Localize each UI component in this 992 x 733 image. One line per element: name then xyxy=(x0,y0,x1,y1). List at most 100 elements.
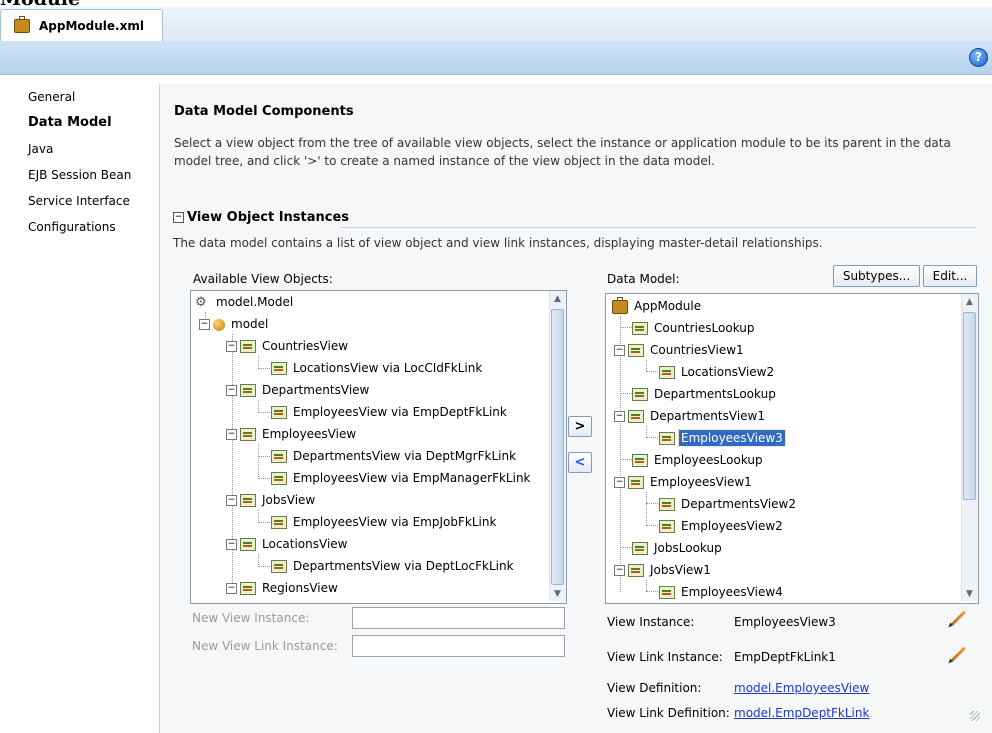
view-instance-icon xyxy=(628,564,644,577)
nav-item-configurations[interactable]: Configurations xyxy=(12,214,160,240)
collapse-toggle-icon[interactable]: − xyxy=(614,345,625,356)
collapse-toggle-icon[interactable]: − xyxy=(614,477,625,488)
scroll-up-icon[interactable]: ▲ xyxy=(552,294,563,304)
collapse-toggle-icon[interactable]: − xyxy=(614,411,625,422)
tree-item[interactable]: EmployeesView2 xyxy=(659,515,785,537)
view-object-icon xyxy=(271,472,287,485)
tree-item[interactable]: EmployeesView via EmpDeptFkLink xyxy=(271,401,509,423)
nav-item-java[interactable]: Java xyxy=(12,136,160,162)
tree-item[interactable]: − JobsView1 xyxy=(614,559,713,581)
tree-item[interactable]: − CountriesView xyxy=(226,335,350,357)
tree-item[interactable]: DepartmentsView via DeptLocFkLink xyxy=(271,555,516,577)
view-instance-icon xyxy=(632,542,648,555)
editor-tab-appmodule[interactable]: AppModule.xml xyxy=(0,9,163,41)
tree-item[interactable]: DepartmentsView via DeptMgrFkLink xyxy=(271,445,518,467)
view-instance-icon xyxy=(632,388,648,401)
available-tree-scrollbar[interactable]: ▲ ▼ xyxy=(549,291,566,601)
gears-icon: ⚙ xyxy=(195,295,207,310)
collapse-toggle-icon[interactable]: − xyxy=(226,429,237,440)
nav-item-service-interface[interactable]: Service Interface xyxy=(12,188,160,214)
expand-toggle-icon[interactable]: − xyxy=(226,583,237,594)
tree-item[interactable]: − RegionsView xyxy=(226,577,340,599)
add-to-data-model-button[interactable]: > xyxy=(568,416,592,437)
edit-button[interactable]: Edit... xyxy=(923,265,977,287)
new-view-link-instance-input[interactable] xyxy=(352,635,565,657)
data-model-label: Data Model: xyxy=(607,272,680,286)
scroll-up-icon[interactable]: ▲ xyxy=(964,297,975,307)
tree-item[interactable]: − EmployeesView1 xyxy=(614,471,754,493)
view-instance-icon xyxy=(628,344,644,357)
tree-connector xyxy=(258,456,270,457)
tree-item[interactable]: CountriesLookup xyxy=(632,317,757,339)
view-object-icon xyxy=(240,494,256,507)
tree-item[interactable]: EmployeesView4 xyxy=(659,581,785,603)
collapse-toggle-icon[interactable]: − xyxy=(614,565,625,576)
view-instance-icon xyxy=(628,476,644,489)
view-object-icon xyxy=(240,428,256,441)
nav-item-ejb-session-bean[interactable]: EJB Session Bean xyxy=(12,162,160,188)
tree-item[interactable]: EmployeesView via EmpManagerFkLink xyxy=(271,467,533,489)
tree-connector xyxy=(646,360,647,371)
view-object-icon xyxy=(271,560,287,573)
view-link-definition-label: View Link Definition: xyxy=(607,706,730,720)
tree-connector xyxy=(646,437,658,438)
scrollbar-thumb[interactable] xyxy=(551,309,564,585)
view-link-definition-link[interactable]: model.EmpDeptFkLink xyxy=(734,706,869,720)
tree-item[interactable]: − JobsView xyxy=(226,489,317,511)
tree-item[interactable]: − DepartmentsView1 xyxy=(614,405,767,427)
collapse-toggle-icon[interactable]: − xyxy=(226,341,237,352)
tree-item[interactable]: EmployeesView via EmpJobFkLink xyxy=(271,511,498,533)
collapse-toggle-icon[interactable]: − xyxy=(226,385,237,396)
subtypes-button[interactable]: Subtypes... xyxy=(833,265,920,287)
help-icon[interactable]: ? xyxy=(969,48,988,67)
tree-item[interactable]: DepartmentsLookup xyxy=(632,383,778,405)
nav-item-data-model[interactable]: Data Model xyxy=(12,110,160,136)
view-instance-icon xyxy=(659,520,675,533)
data-model-tree[interactable]: AppModule CountriesLookup − CountriesView… xyxy=(605,293,979,604)
view-object-icon xyxy=(240,538,256,551)
tree-item[interactable]: − DepartmentsView xyxy=(226,379,371,401)
scroll-down-icon[interactable]: ▼ xyxy=(552,589,563,599)
tree-connector xyxy=(258,400,259,411)
view-instance-icon xyxy=(659,498,675,511)
page-description: Select a view object from the tree of av… xyxy=(174,136,951,168)
tree-item[interactable]: − CountriesView1 xyxy=(614,339,746,361)
tree-connector xyxy=(258,412,270,413)
available-view-objects-tree[interactable]: ⚙ model.Model − model − CountriesView Locat… xyxy=(190,290,567,604)
collapse-toggle-icon[interactable]: − xyxy=(226,539,237,550)
tree-connector xyxy=(620,327,632,328)
scroll-down-icon[interactable]: ▼ xyxy=(964,589,975,599)
tree-item[interactable]: DepartmentsView2 xyxy=(659,493,798,515)
view-object-icon xyxy=(240,340,256,353)
remove-from-data-model-button[interactable]: < xyxy=(568,452,592,473)
tree-item[interactable]: LocationsView via LocCIdFkLink xyxy=(271,357,484,379)
new-view-instance-input[interactable] xyxy=(352,607,565,629)
collapse-icon[interactable]: − xyxy=(173,212,184,223)
tree-item[interactable]: AppModule xyxy=(612,295,703,317)
scrollbar-thumb[interactable] xyxy=(963,312,976,500)
collapse-toggle-icon[interactable]: − xyxy=(199,319,210,330)
tree-item[interactable]: EmployeesLookup xyxy=(632,449,765,471)
view-instance-icon xyxy=(659,366,675,379)
tree-connector xyxy=(646,525,658,526)
resize-grip-icon[interactable] xyxy=(970,711,980,721)
tree-item[interactable]: − EmployeesView xyxy=(226,423,358,445)
tree-item[interactable]: JobsLookup xyxy=(632,537,724,559)
tree-item[interactable]: − model xyxy=(199,313,270,335)
tree-connector xyxy=(258,444,259,477)
tree-item[interactable]: − LocationsView xyxy=(226,533,349,555)
collapse-toggle-icon[interactable]: − xyxy=(226,495,237,506)
nav-item-general[interactable]: General xyxy=(12,84,160,110)
view-definition-link[interactable]: model.EmployeesView xyxy=(734,681,869,695)
tree-item[interactable]: LocationsView2 xyxy=(659,361,776,383)
data-model-tree-scrollbar[interactable]: ▲ ▼ xyxy=(961,294,978,601)
tree-connector xyxy=(620,459,632,460)
view-object-icon xyxy=(240,384,256,397)
section-header[interactable]: − View Object Instances xyxy=(173,210,349,225)
tree-item-selected[interactable]: EmployeesView3 xyxy=(659,427,786,449)
view-instance-icon xyxy=(659,586,675,599)
tree-item[interactable]: ⚙ model.Model xyxy=(195,291,295,313)
tree-connector xyxy=(646,503,658,504)
view-instance-label: View Instance: xyxy=(607,615,695,629)
tree-connector xyxy=(620,393,632,394)
